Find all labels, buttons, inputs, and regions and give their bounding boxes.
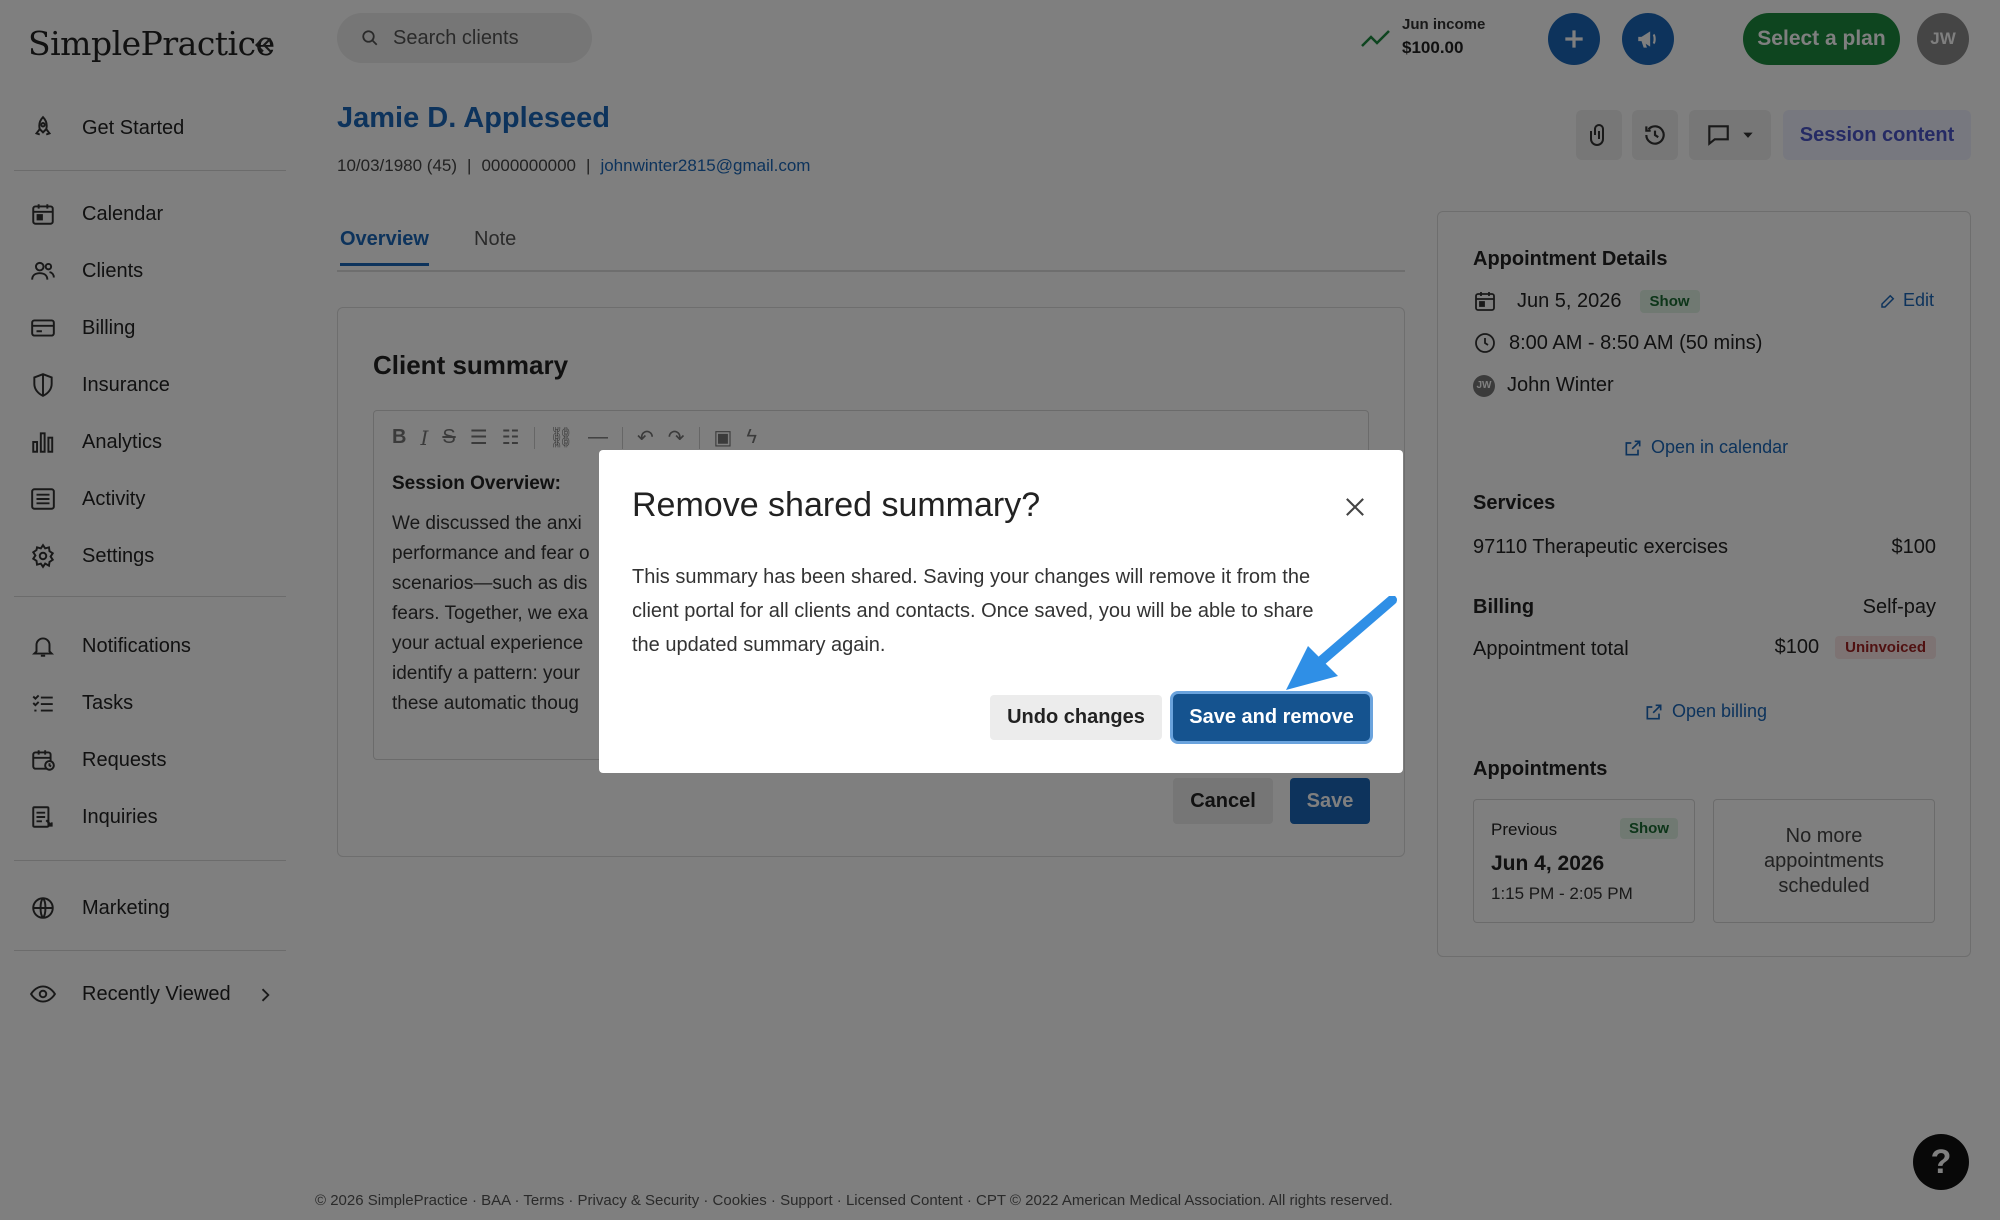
dialog-line: the updated summary again.	[632, 634, 886, 656]
dialog-line: This summary has been shared. Saving you…	[632, 566, 1311, 588]
dialog-line: client portal for all clients and contac…	[632, 600, 1314, 622]
dialog-title: Remove shared summary?	[632, 486, 1041, 524]
dialog-body: This summary has been shared. Saving you…	[632, 560, 1372, 662]
pointer-arrow-icon	[1286, 596, 1397, 690]
close-icon[interactable]	[1341, 493, 1369, 521]
undo-changes-button[interactable]: Undo changes	[990, 695, 1162, 740]
save-and-remove-button[interactable]: Save and remove	[1173, 694, 1370, 741]
